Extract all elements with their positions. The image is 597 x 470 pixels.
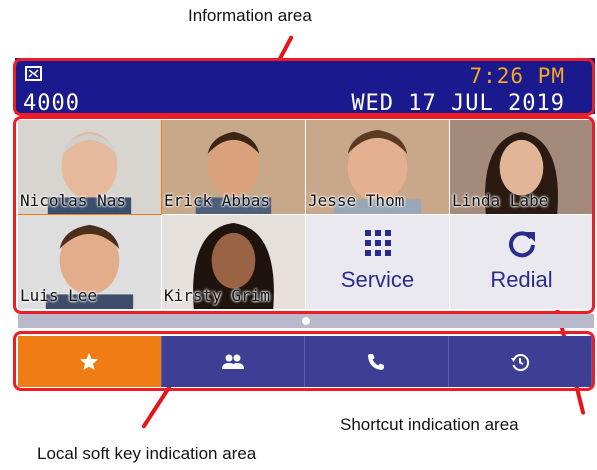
page-dot: [302, 317, 310, 325]
information-area-callout: Information area: [188, 6, 312, 25]
softkey-area-highlight: [13, 331, 595, 391]
contact-tile-nicolas[interactable]: Nicolas Nas: [18, 120, 162, 215]
softkey-area-callout: Local soft key indication area: [37, 444, 257, 463]
shortcut-area-callout: Shortcut indication area: [340, 415, 519, 434]
page-indicator: [18, 314, 594, 328]
contact-name: Nicolas Nas: [20, 191, 126, 210]
information-area-highlight: [13, 58, 595, 116]
